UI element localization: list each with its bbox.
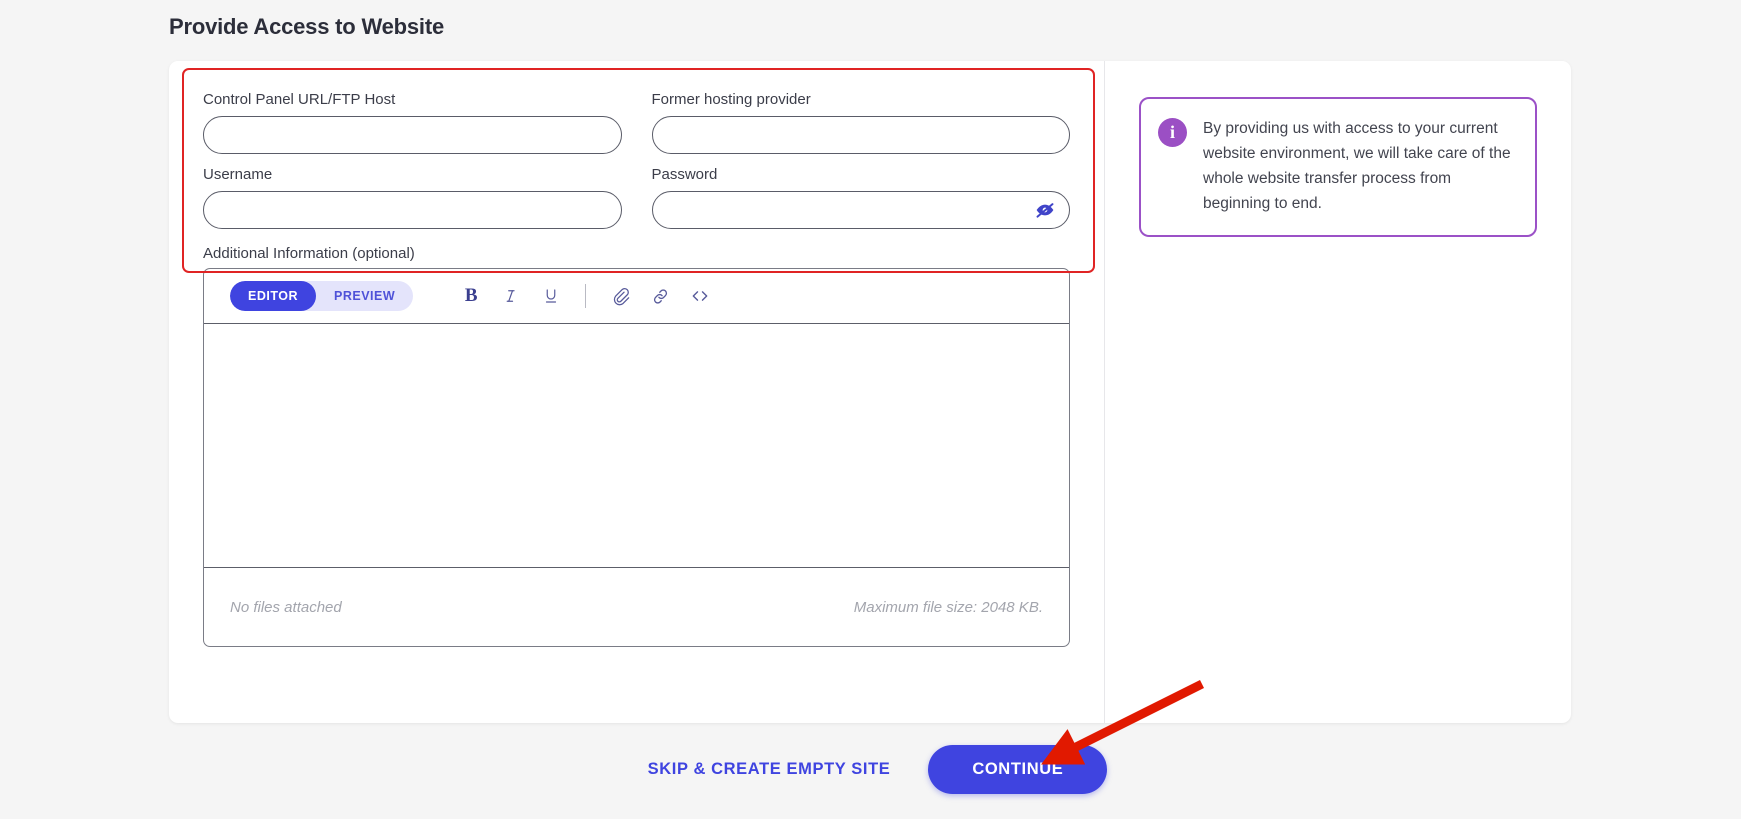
attached-files-status: No files attached (230, 598, 342, 616)
former-hosting-provider-input-wrap (651, 116, 1070, 154)
tab-preview[interactable]: PREVIEW (316, 281, 413, 311)
label-control-panel-url: Control Panel URL/FTP Host (203, 91, 396, 108)
former-hosting-provider-input[interactable] (651, 116, 1070, 154)
link-icon[interactable] (640, 281, 680, 311)
italic-icon[interactable] (491, 281, 531, 311)
main-card: Control Panel URL/FTP Host Former hostin… (169, 61, 1571, 723)
password-input-wrap (651, 191, 1070, 229)
info-panel: i By providing us with access to your cu… (1105, 61, 1571, 723)
code-icon[interactable] (680, 281, 720, 311)
footer-actions: SKIP & CREATE EMPTY SITE CONTINUE (0, 745, 1741, 794)
underline-icon[interactable] (531, 281, 571, 311)
eye-off-icon[interactable] (1034, 199, 1056, 221)
label-former-hosting-provider: Former hosting provider (651, 91, 811, 108)
username-input-wrap (203, 191, 622, 229)
form-panel: Control Panel URL/FTP Host Former hostin… (169, 61, 1104, 723)
tab-editor[interactable]: EDITOR (230, 281, 316, 311)
max-file-size-hint: Maximum file size: 2048 KB. (853, 598, 1043, 616)
access-form: Control Panel URL/FTP Host Former hostin… (191, 79, 1082, 229)
editor-toolbar: EDITOR PREVIEW B (204, 269, 1069, 324)
control-panel-url-input-wrap (203, 116, 622, 154)
attachment-icon[interactable] (600, 281, 640, 311)
field-former-hosting-provider: Former hosting provider (651, 91, 1070, 154)
continue-button[interactable]: CONTINUE (928, 745, 1108, 794)
editor-textarea[interactable] (204, 324, 1069, 568)
info-callout-text: By providing us with access to your curr… (1203, 120, 1511, 213)
info-callout: i By providing us with access to your cu… (1139, 97, 1537, 238)
toolbar-divider (585, 284, 587, 308)
label-username: Username (203, 166, 273, 183)
page-title: Provide Access to Website (169, 14, 444, 39)
info-circle-icon: i (1158, 118, 1187, 147)
field-username: Username (203, 166, 622, 229)
label-password: Password (651, 166, 718, 183)
field-password: Password (651, 166, 1070, 229)
control-panel-url-input[interactable] (203, 116, 622, 154)
username-input[interactable] (203, 191, 622, 229)
bold-icon[interactable]: B (451, 281, 491, 311)
editor-mode-toggle: EDITOR PREVIEW (230, 281, 414, 311)
skip-and-create-empty-site-button[interactable]: SKIP & CREATE EMPTY SITE (634, 748, 905, 791)
additional-information-label: Additional Information (optional) (203, 245, 415, 262)
rich-text-editor: EDITOR PREVIEW B No files attached Maxim… (203, 268, 1070, 647)
password-input[interactable] (651, 191, 1070, 229)
field-control-panel-url: Control Panel URL/FTP Host (203, 91, 622, 154)
editor-footer: No files attached Maximum file size: 204… (204, 568, 1069, 646)
